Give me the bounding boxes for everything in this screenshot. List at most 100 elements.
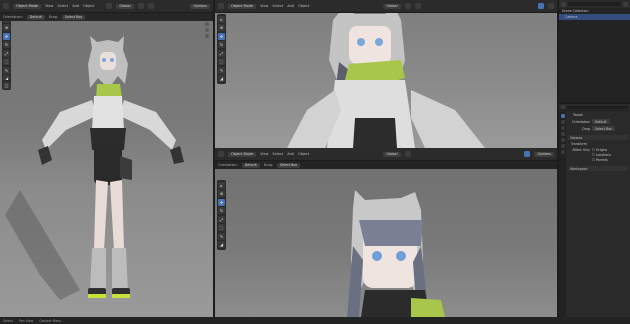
properties-panel: Tweak Orientation Default Drag Select Bo… (559, 104, 630, 317)
measure-tool-br[interactable]: ◢ (218, 241, 225, 248)
mode-select-br[interactable]: Object Mode (228, 151, 257, 157)
transform-orientation-tr[interactable]: Global (383, 3, 401, 9)
properties-editor-icon[interactable] (561, 105, 565, 109)
orientation-label: Orientation: (3, 15, 23, 19)
orientation-icon[interactable] (106, 3, 113, 9)
editor-type-icon[interactable] (3, 3, 9, 9)
options-button-br[interactable]: Options (534, 151, 554, 157)
viewport-top-right[interactable]: ▸ ⊕ ✥ ↻ ⤢ ⬚ ✎ ◢ (215, 0, 557, 148)
measure-tool-tr[interactable]: ◢ (218, 75, 225, 82)
prop-orientation-select[interactable]: Default (592, 119, 610, 124)
menu-object-br[interactable]: Object (298, 152, 309, 156)
outliner-search-input[interactable] (568, 2, 621, 6)
transform-orientation[interactable]: Global (116, 3, 134, 9)
area-divider-vertical[interactable] (213, 0, 215, 317)
menu-object-tr[interactable]: Object (298, 4, 309, 8)
editor-type-icon-tr[interactable] (218, 3, 224, 9)
shading-material-icon-tr[interactable] (548, 3, 554, 9)
locations-checkbox[interactable]: ☐ Locations (592, 153, 611, 157)
viewport-left[interactable]: ▸ ⊕ ✥ ↻ ⤢ ⬚ ✎ ◢ ▢ (0, 0, 213, 317)
annotate-tool-br[interactable]: ✎ (218, 232, 225, 240)
affect-only-label: Affect Only (572, 148, 590, 152)
menu-add-tr[interactable]: Add (287, 4, 294, 8)
cursor-tool[interactable]: ⊕ (3, 24, 10, 31)
orientation-select-br[interactable]: Default (241, 162, 260, 168)
proportional-icon[interactable] (147, 3, 154, 9)
menu-select-br[interactable]: Select (272, 152, 283, 156)
snap-icon-tr[interactable] (404, 3, 411, 9)
mode-select-tr[interactable]: Object Mode (228, 3, 257, 9)
move-tool[interactable]: ✥ (3, 32, 10, 40)
viewport-header-left: Object Mode View Select Add Object Globa… (0, 0, 213, 13)
cursor-tool-tr[interactable]: ⊕ (218, 24, 225, 31)
transform-tool-tr[interactable]: ⬚ (218, 58, 225, 65)
overlay-icon-tr[interactable] (414, 3, 421, 9)
menu-select[interactable]: Select (57, 4, 68, 8)
outliner-panel: Scene Collection Camera (559, 0, 630, 102)
snap-icon[interactable] (137, 3, 144, 9)
menu-select-tr[interactable]: Select (272, 4, 283, 8)
output-tab-icon[interactable] (560, 126, 565, 130)
origins-checkbox[interactable]: ☐ Origins (592, 148, 611, 152)
orientation-select[interactable]: Default (26, 14, 45, 20)
drag-select-br[interactable]: Select Box (276, 162, 301, 168)
area-divider-sidebar[interactable] (557, 0, 559, 317)
render-tab-icon[interactable] (560, 120, 565, 124)
prop-drag-select[interactable]: Select Box (592, 126, 615, 131)
menu-object[interactable]: Object (83, 4, 94, 8)
move-tool-tr[interactable]: ✥ (218, 32, 225, 40)
object-tab-icon[interactable] (560, 150, 565, 154)
snap-icon-br[interactable] (404, 151, 411, 157)
scale-tool[interactable]: ⤢ (3, 49, 10, 57)
view-layer-tab-icon[interactable] (560, 132, 565, 136)
locations-label: Locations (595, 153, 612, 157)
rotate-tool-tr[interactable]: ↻ (218, 41, 225, 48)
rotate-tool-br[interactable]: ↻ (218, 207, 225, 214)
character-model-face (347, 190, 445, 317)
origins-label: Origins (595, 148, 608, 152)
rotate-tool[interactable]: ↻ (3, 41, 10, 48)
shading-solid-icon-br[interactable] (524, 151, 531, 157)
shading-solid-icon-tr[interactable] (538, 3, 544, 9)
transform-header[interactable]: Transform (568, 142, 628, 146)
annotate-tool[interactable]: ✎ (3, 66, 10, 74)
orientation-label-br: Orientation: (218, 163, 238, 167)
transform-tool-br[interactable]: ⬚ (218, 224, 225, 231)
scene-tab-icon[interactable] (560, 138, 565, 142)
status-select: Select (3, 318, 13, 323)
menu-view-tr[interactable]: View (260, 4, 268, 8)
menu-view[interactable]: View (45, 4, 53, 8)
drag-select[interactable]: Select Box (61, 14, 86, 20)
properties-search-input[interactable] (567, 105, 628, 109)
prop-orientation-label: Orientation (572, 119, 590, 124)
toolbar-left: ▸ ⊕ ✥ ↻ ⤢ ⬚ ✎ ◢ (2, 14, 11, 84)
annotate-tool-tr[interactable]: ✎ (218, 66, 225, 74)
workspace-header[interactable]: Workspace (568, 166, 628, 171)
add-cube-tool[interactable]: ▢ (3, 81, 10, 89)
tweak-tool-tr[interactable]: ▸ (218, 15, 225, 23)
tool-name: Tweak (573, 113, 583, 117)
tweak-tool-br[interactable]: ▸ (218, 181, 225, 189)
viewport-bottom-right[interactable]: ▸ ⊕ ✥ ↻ ⤢ ⬚ ✎ ◢ (215, 150, 557, 317)
transform-orientation-br[interactable]: Global (383, 151, 401, 157)
scale-tool-br[interactable]: ⤢ (218, 215, 225, 223)
cursor-tool-br[interactable]: ⊕ (218, 190, 225, 197)
parents-checkbox[interactable]: ☐ Parents (592, 158, 611, 162)
menu-add-br[interactable]: Add (287, 152, 294, 156)
prop-drag-label: Drag (582, 126, 590, 131)
menu-add[interactable]: Add (72, 4, 79, 8)
filter-icon[interactable] (623, 1, 628, 7)
move-tool-br[interactable]: ✥ (218, 198, 225, 206)
transform-tool[interactable]: ⬚ (3, 58, 10, 65)
options-header[interactable]: Options (568, 135, 628, 140)
menu-view-br[interactable]: View (260, 152, 268, 156)
tool-tab-icon[interactable] (560, 114, 565, 118)
mode-select[interactable]: Object Mode (13, 3, 42, 9)
options-button[interactable]: Options (190, 3, 210, 9)
editor-type-icon-br[interactable] (218, 151, 224, 157)
world-tab-icon[interactable] (560, 144, 565, 148)
outliner-editor-icon[interactable] (561, 1, 566, 7)
toolbar-top-right: ▸ ⊕ ✥ ↻ ⤢ ⬚ ✎ ◢ (217, 14, 226, 84)
outliner-row-camera[interactable]: Camera (559, 14, 630, 20)
scale-tool-tr[interactable]: ⤢ (218, 49, 225, 57)
